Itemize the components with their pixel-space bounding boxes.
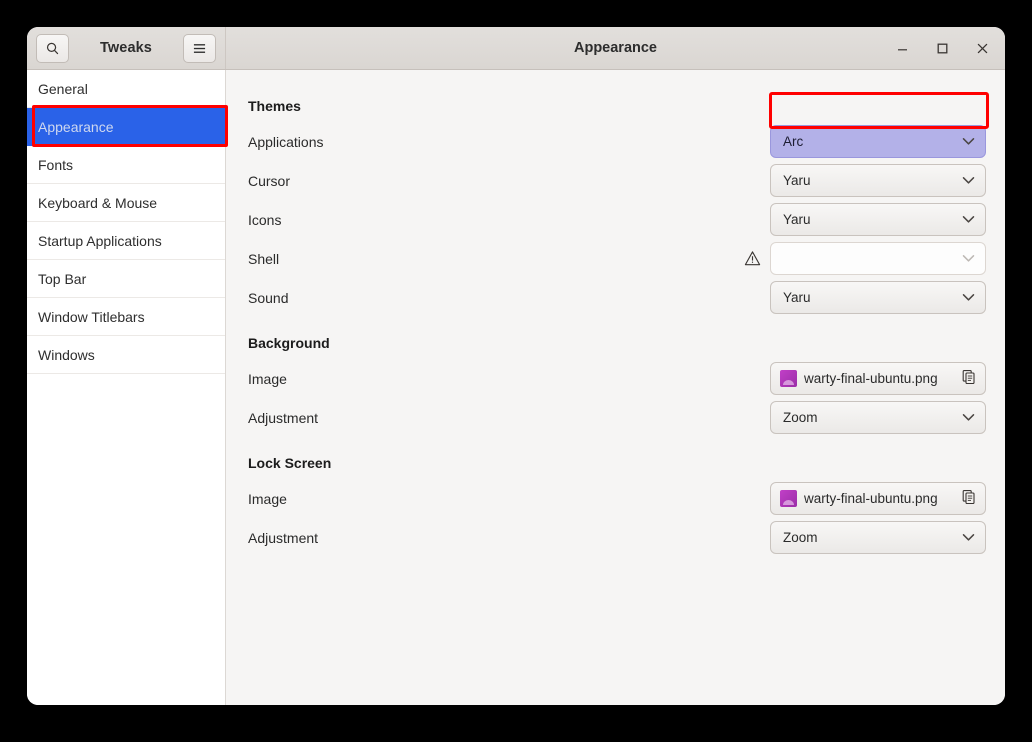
- image-file-button[interactable]: warty-final-ubuntu.png: [770, 482, 986, 515]
- section-title-themes: Themes: [248, 98, 301, 114]
- dropdown-value: Zoom: [783, 530, 818, 545]
- chevron-down-icon: [962, 215, 975, 224]
- document-copy-icon[interactable]: [961, 489, 977, 508]
- settings-row: Applications Arc: [248, 122, 986, 161]
- main-menu-button[interactable]: [182, 33, 216, 63]
- content-pane: Themes Applications Arc Cursor Yaru Icons Yaru…: [226, 70, 1005, 705]
- sidebar-item-fonts[interactable]: Fonts: [27, 146, 225, 184]
- chevron-down-icon: [962, 137, 975, 146]
- section-title-background: Background: [248, 335, 330, 351]
- window-body: General Appearance Fonts Keyboard & Mouse St…: [27, 70, 1005, 705]
- sidebar-item-appearance[interactable]: Appearance: [27, 108, 225, 146]
- dropdown-value: Arc: [783, 134, 804, 149]
- sidebar-item-top-bar[interactable]: Top Bar: [27, 260, 225, 298]
- row-control-group: warty-final-ubuntu.png: [770, 482, 986, 515]
- image-thumbnail-icon: [780, 370, 797, 387]
- sidebar-item-label: Windows: [38, 346, 95, 363]
- page-title: Appearance: [573, 40, 657, 56]
- chevron-down-icon: [962, 254, 975, 263]
- row-label: Applications: [248, 133, 324, 150]
- sidebar-item-startup-applications[interactable]: Startup Applications: [27, 222, 225, 260]
- minimize-button[interactable]: [891, 37, 913, 59]
- row-control-group: Yaru: [770, 281, 986, 314]
- sidebar-item-label: General: [38, 80, 88, 97]
- row-label: Cursor: [248, 172, 291, 189]
- image-thumbnail-icon: [780, 490, 797, 507]
- settings-row: Image warty-final-ubuntu.png: [248, 359, 986, 398]
- sidebar-item-label: Top Bar: [38, 270, 87, 287]
- app-title: Tweaks: [100, 40, 152, 56]
- row-label: Image: [248, 490, 287, 507]
- row-control-group: warty-final-ubuntu.png: [770, 362, 986, 395]
- dropdown-value: Yaru: [783, 173, 811, 188]
- maximize-button[interactable]: [931, 37, 953, 59]
- shell-dropdown: [770, 242, 986, 275]
- header-bar: Tweaks Appearance: [27, 27, 1005, 70]
- sidebar-item-label: Fonts: [38, 156, 74, 173]
- row-control-group: Zoom: [770, 521, 986, 554]
- document-copy-icon[interactable]: [961, 369, 977, 388]
- row-control-group: Arc: [770, 125, 986, 158]
- sidebar-item-label: Window Titlebars: [38, 308, 145, 325]
- dropdown-value: Yaru: [783, 212, 811, 227]
- sidebar-item-label: Keyboard & Mouse: [38, 194, 158, 211]
- row-control-group: Yaru: [770, 164, 986, 197]
- settings-row: Sound Yaru: [248, 278, 986, 317]
- row-label: Image: [248, 370, 287, 387]
- row-label: Shell: [248, 250, 280, 267]
- sidebar: General Appearance Fonts Keyboard & Mouse St…: [27, 70, 226, 705]
- section-title-lock-screen: Lock Screen: [248, 455, 332, 471]
- adjustment-dropdown[interactable]: Zoom: [770, 521, 986, 554]
- row-control-group: Yaru: [770, 203, 986, 236]
- header-bar-right: Appearance: [226, 27, 1005, 69]
- image-file-button[interactable]: warty-final-ubuntu.png: [770, 362, 986, 395]
- row-label: Adjustment: [248, 409, 319, 426]
- search-icon: [45, 41, 60, 56]
- sidebar-item-general[interactable]: General: [27, 70, 225, 108]
- close-button[interactable]: [971, 37, 993, 59]
- sidebar-item-keyboard-mouse[interactable]: Keyboard & Mouse: [27, 184, 225, 222]
- row-control-group: Zoom: [770, 401, 986, 434]
- chevron-down-icon: [962, 176, 975, 185]
- dropdown-value: Yaru: [783, 290, 811, 305]
- cursor-dropdown[interactable]: Yaru: [770, 164, 986, 197]
- row-label: Icons: [248, 211, 282, 228]
- row-label: Adjustment: [248, 529, 319, 546]
- chevron-down-icon: [962, 293, 975, 302]
- settings-row: Shell: [248, 239, 986, 278]
- chevron-down-icon: [962, 533, 975, 542]
- sidebar-item-label: Appearance: [38, 118, 114, 135]
- icons-dropdown[interactable]: Yaru: [770, 203, 986, 236]
- warning-triangle-icon: [744, 250, 761, 267]
- row-label: Sound: [248, 289, 289, 306]
- settings-row: Adjustment Zoom: [248, 518, 986, 557]
- file-name-label: warty-final-ubuntu.png: [804, 491, 938, 506]
- hamburger-menu-icon: [192, 42, 207, 55]
- settings-row: Adjustment Zoom: [248, 398, 986, 437]
- settings-row: Cursor Yaru: [248, 161, 986, 200]
- file-name-label: warty-final-ubuntu.png: [804, 371, 938, 386]
- adjustment-dropdown[interactable]: Zoom: [770, 401, 986, 434]
- chevron-down-icon: [962, 413, 975, 422]
- sound-dropdown[interactable]: Yaru: [770, 281, 986, 314]
- dropdown-value: Zoom: [783, 410, 818, 425]
- header-bar-left: Tweaks: [27, 27, 226, 69]
- sidebar-item-label: Startup Applications: [38, 232, 162, 249]
- settings-row: Icons Yaru: [248, 200, 986, 239]
- row-control-group: [744, 242, 986, 275]
- settings-row: Image warty-final-ubuntu.png: [248, 479, 986, 518]
- search-button[interactable]: [36, 33, 69, 63]
- window-controls: [891, 37, 993, 59]
- sidebar-item-windows[interactable]: Windows: [27, 336, 225, 374]
- applications-dropdown[interactable]: Arc: [770, 125, 986, 158]
- sidebar-item-window-titlebars[interactable]: Window Titlebars: [27, 298, 225, 336]
- tweaks-window: Tweaks Appearance General Appearance Fon…: [27, 27, 1005, 705]
